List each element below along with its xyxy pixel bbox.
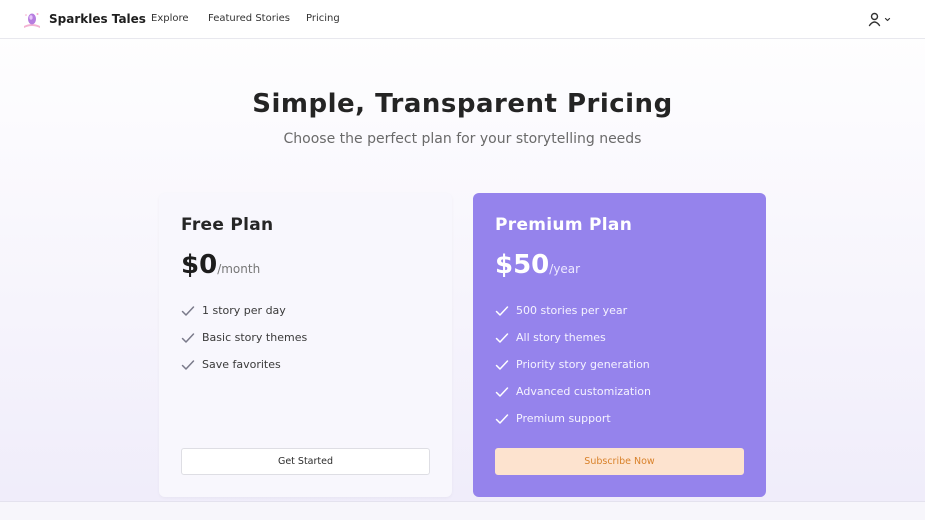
- price-amount: $0: [181, 250, 218, 280]
- nav-link-featured-stories[interactable]: Featured Stories: [208, 13, 290, 24]
- get-started-button[interactable]: Get Started: [181, 448, 430, 475]
- price-period: /month: [217, 262, 261, 276]
- user-menu-button[interactable]: [867, 11, 895, 29]
- feature-item: Save favorites: [181, 351, 307, 378]
- page-title: Simple, Transparent Pricing: [252, 89, 673, 119]
- chevron-down-icon: [884, 17, 891, 22]
- brand-name[interactable]: Sparkles Tales: [49, 12, 146, 26]
- plan-price: $50/year: [495, 250, 580, 280]
- plan-price: $0/month: [181, 250, 260, 280]
- check-icon: [495, 332, 509, 343]
- feature-text: 1 story per day: [202, 304, 286, 317]
- feature-list: 1 story per day Basic story themes Save …: [181, 297, 307, 378]
- feature-text: 500 stories per year: [516, 304, 628, 317]
- page-subtitle: Choose the perfect plan for your storyte…: [283, 131, 642, 147]
- feature-item: Advanced customization: [495, 378, 651, 405]
- feature-item: Priority story generation: [495, 351, 651, 378]
- plan-name: Free Plan: [181, 215, 274, 235]
- feature-item: 500 stories per year: [495, 297, 651, 324]
- feature-item: Premium support: [495, 405, 651, 432]
- check-icon: [181, 305, 195, 316]
- free-plan-card: Free Plan $0/month 1 story per day Basic…: [159, 193, 452, 497]
- feature-text: Advanced customization: [516, 385, 651, 398]
- check-icon: [181, 332, 195, 343]
- user-icon: [868, 12, 881, 27]
- check-icon: [495, 359, 509, 370]
- check-icon: [495, 413, 509, 424]
- nav-link-explore[interactable]: Explore: [151, 13, 189, 24]
- feature-text: Premium support: [516, 412, 611, 425]
- check-icon: [495, 305, 509, 316]
- plan-name: Premium Plan: [495, 215, 633, 235]
- sparkles-logo-icon[interactable]: [22, 10, 42, 30]
- nav-link-pricing[interactable]: Pricing: [306, 13, 340, 24]
- footer: [0, 501, 925, 520]
- premium-plan-card: Premium Plan $50/year 500 stories per ye…: [473, 193, 766, 497]
- check-icon: [181, 359, 195, 370]
- feature-item: All story themes: [495, 324, 651, 351]
- feature-item: 1 story per day: [181, 297, 307, 324]
- price-amount: $50: [495, 250, 550, 280]
- top-navigation: Sparkles Tales Explore Featured Stories …: [0, 0, 925, 39]
- feature-text: All story themes: [516, 331, 606, 344]
- feature-item: Basic story themes: [181, 324, 307, 351]
- price-period: /year: [549, 262, 581, 276]
- feature-text: Save favorites: [202, 358, 281, 371]
- feature-text: Priority story generation: [516, 358, 650, 371]
- feature-text: Basic story themes: [202, 331, 308, 344]
- subscribe-now-button[interactable]: Subscribe Now: [495, 448, 744, 475]
- check-icon: [495, 386, 509, 397]
- feature-list: 500 stories per year All story themes Pr…: [495, 297, 651, 432]
